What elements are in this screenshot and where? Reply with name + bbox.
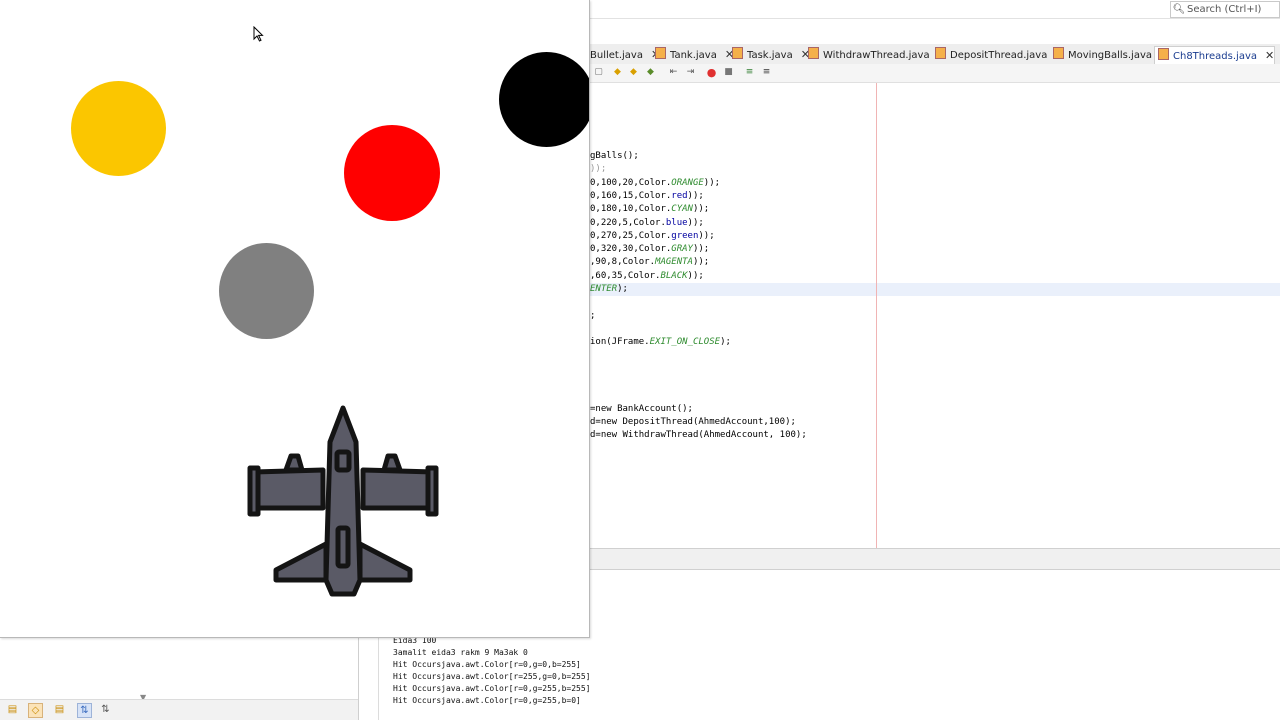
ball-gray: [219, 243, 314, 339]
tab-bullet[interactable]: Bullet.java✕: [586, 46, 660, 63]
java-file-icon: [732, 47, 743, 59]
tab-label: DepositThread.java: [950, 50, 1048, 61]
search-placeholder: Search (Ctrl+I): [1187, 4, 1262, 15]
editor-toolbar: ▢ ◆ ◆ ◆ ⇤ ⇥ ● ■ ≡ ≡: [590, 64, 1280, 83]
output-line: 3amalit eida3 rakm 9 Ma3ak 0: [393, 648, 528, 657]
code-editor[interactable]: [590, 83, 1280, 548]
tab-withdraw-thread[interactable]: WithdrawThread.java✕: [805, 46, 947, 63]
code-line: 0,180,10,Color.CYAN));: [590, 204, 710, 214]
panel-splitter[interactable]: [590, 548, 1280, 570]
fields-filter-icon[interactable]: ▤: [6, 703, 19, 716]
code-line: d=new WithdrawThread(AhmedAccount, 100);: [590, 430, 807, 440]
shift-right-icon[interactable]: ⇥: [685, 67, 696, 78]
right-margin-line: [876, 83, 877, 548]
java-file-icon: [1158, 48, 1169, 60]
navigator-toolbar: ▤ ◇ ▤ ⇅ ⇅: [0, 699, 358, 720]
close-icon[interactable]: ✕: [1265, 49, 1274, 62]
code-line: ;: [590, 311, 596, 321]
code-line: 0,160,15,Color.red));: [590, 191, 704, 201]
code-line: d=new DepositThread(AhmedAccount,100);: [590, 417, 796, 427]
inherited-filter-icon[interactable]: ▤: [53, 703, 66, 716]
ball-black: [499, 52, 589, 147]
output-line: Hit Occursjava.awt.Color[r=0,g=0,b=255]: [393, 660, 581, 669]
find-next-icon[interactable]: ◆: [628, 67, 639, 78]
shift-left-icon[interactable]: ⇤: [668, 67, 679, 78]
stop-macro-icon[interactable]: ■: [723, 67, 734, 78]
output-line: Hit Occursjava.awt.Color[r=0,g=255,b=255…: [393, 684, 591, 693]
tab-label: WithdrawThread.java: [823, 50, 930, 61]
record-macro-icon[interactable]: ●: [706, 67, 717, 78]
sort-by-name-icon[interactable]: ⇅: [77, 703, 92, 718]
code-line: =new BankAccount();: [590, 404, 693, 414]
java-file-icon: [808, 47, 819, 59]
sort-by-source-icon[interactable]: ⇅: [99, 703, 112, 716]
output-line: Hit Occursjava.awt.Color[r=0,g=255,b=0]: [393, 696, 581, 705]
tab-deposit-thread[interactable]: DepositThread.java✕: [932, 46, 1065, 63]
toggle-highlight-icon[interactable]: ◆: [645, 67, 656, 78]
static-filter-icon[interactable]: ◇: [28, 703, 43, 718]
search-box[interactable]: 🔍︎ Search (Ctrl+I): [1170, 1, 1280, 18]
code-line: ,90,8,Color.MAGENTA));: [590, 257, 710, 267]
code-line: 0,100,20,Color.ORANGE));: [590, 178, 721, 188]
ball-yellow: [71, 81, 166, 176]
code-line: 0,270,25,Color.green));: [590, 231, 715, 241]
uncomment-icon[interactable]: ≡: [761, 67, 772, 78]
tab-task[interactable]: Task.java ✕: [729, 46, 810, 63]
ball-red: [344, 125, 440, 221]
code-line: 0,220,5,Color.blue));: [590, 218, 704, 228]
java-file-icon: [1053, 47, 1064, 59]
editor-tabs: Bullet.java ✕ Tank.java✕ Task.java✕ Withd…: [590, 44, 1280, 65]
search-icon: 🔍︎: [1172, 4, 1186, 15]
java-file-icon: [935, 47, 946, 59]
tab-label: Ch8Threads.java: [1173, 51, 1257, 62]
tab-moving-balls[interactable]: MovingBalls.java✕: [1050, 46, 1169, 63]
code-line: gBalls();: [590, 151, 639, 161]
tab-label: Task.java: [747, 50, 793, 61]
moving-balls-window[interactable]: [0, 0, 590, 638]
comment-icon[interactable]: ≡: [744, 67, 755, 78]
fighter-jet-icon: [247, 405, 439, 597]
tab-label: Tank.java: [670, 50, 717, 61]
code-line: 0,320,30,Color.GRAY));: [590, 244, 710, 254]
tab-label: Bullet.java: [590, 50, 643, 61]
output-line: Hit Occursjava.awt.Color[r=255,g=0,b=255…: [393, 672, 591, 681]
java-file-icon: [655, 47, 666, 59]
tab-label: MovingBalls.java: [1068, 50, 1153, 61]
tab-ch8threads[interactable]: Ch8Threads.java ✕: [1154, 46, 1276, 64]
select-icon[interactable]: ▢: [593, 67, 604, 78]
find-previous-icon[interactable]: ◆: [612, 67, 623, 78]
tab-tank[interactable]: Tank.java ✕: [652, 46, 734, 63]
code-line: ENTER);: [590, 284, 628, 294]
code-line: ion(JFrame.EXIT_ON_CLOSE);: [590, 337, 731, 347]
code-line: ));: [590, 164, 607, 174]
mouse-cursor-icon: [253, 26, 264, 42]
code-line: ,60,35,Color.BLACK));: [590, 271, 704, 281]
current-line-highlight: [590, 283, 1280, 296]
